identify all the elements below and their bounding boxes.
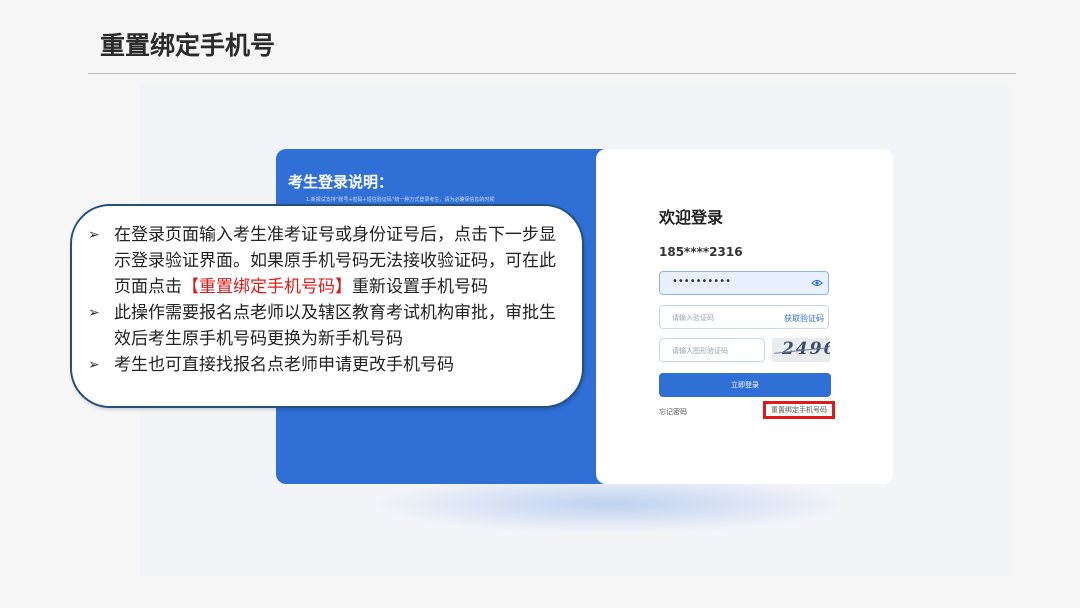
callout-item-3: ➢ 考生也可直接找报名点老师申请更改手机号码	[88, 352, 564, 378]
callout-item-1-highlight: 【重置绑定手机号码】	[182, 277, 352, 297]
arrow-bullet-icon: ➢	[88, 227, 100, 243]
masked-phone-number: 185****2316	[659, 245, 743, 259]
callout-item-1-tail: 重新设置手机号码	[352, 277, 488, 297]
get-code-button[interactable]: 获取验证码	[784, 313, 824, 324]
arrow-bullet-icon: ➢	[88, 357, 100, 373]
callout-item-2: ➢ 此操作需要报名点老师以及辖区教育考试机构审批，审批生效后考生原手机号码更换为新…	[88, 300, 564, 352]
callout-item-1: ➢ 在登录页面输入考生准考证号或身份证号后，点击下一步显示登录验证界面。如果原手机…	[88, 222, 564, 300]
instructions-title: 考生登录说明：	[288, 173, 394, 191]
callout-item-2-text: 此操作需要报名点老师以及辖区教育考试机构审批，审批生效后考生原手机号码更换为新手…	[114, 303, 556, 349]
eye-icon[interactable]	[811, 277, 823, 289]
reset-phone-link[interactable]: 重置绑定手机号码	[763, 401, 835, 419]
callout-item-3-text: 考生也可直接找报名点老师申请更改手机号码	[114, 355, 454, 375]
arrow-bullet-icon: ➢	[88, 305, 100, 321]
password-field[interactable]: ••••••••••	[659, 271, 829, 295]
sms-code-input[interactable]: 请输入验证码 获取验证码	[659, 305, 829, 329]
captcha-input[interactable]: 请输入图形验证码	[659, 338, 765, 362]
title-divider	[88, 73, 1016, 74]
login-card: 欢迎登录 185****2316 •••••••••• 请输入验证码 获取验证码…	[596, 149, 893, 484]
slide-title: 重置绑定手机号	[100, 31, 276, 60]
instructions-note: 1.新报试支持“账号+密码+短信验证码”统一种方式登录考生，请为必确保信息的时候	[306, 197, 495, 203]
login-button[interactable]: 立即登录	[659, 373, 831, 397]
captcha-image[interactable]: 2496	[772, 338, 830, 362]
password-value: ••••••••••	[672, 276, 731, 287]
forgot-password-link[interactable]: 忘记密码	[659, 407, 687, 417]
captcha-placeholder: 请输入图形验证码	[672, 347, 728, 355]
instruction-callout: ➢ 在登录页面输入考生准考证号或身份证号后，点击下一步显示登录验证界面。如果原手机…	[70, 204, 584, 408]
sms-code-placeholder: 请输入验证码	[672, 314, 714, 322]
welcome-heading: 欢迎登录	[659, 208, 724, 227]
